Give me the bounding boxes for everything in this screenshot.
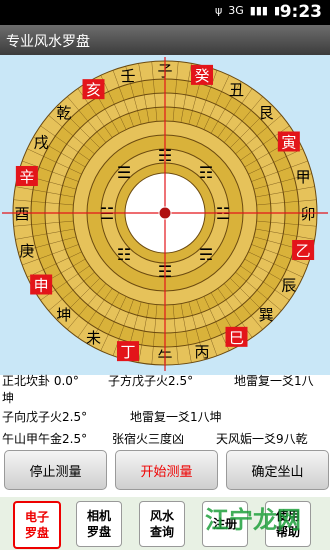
mountain-label: 亥 <box>86 81 101 99</box>
trigram-symbol: ☴ <box>199 245 213 264</box>
mountain-label: 戌 <box>34 134 49 152</box>
tab-fengshui-query[interactable]: 风水 查询 <box>139 501 185 547</box>
mountain-label: 卯 <box>300 205 315 223</box>
mountain-label: 坤 <box>56 306 71 324</box>
reading-facing-hexagram: 地雷复一爻1八坤 <box>130 410 222 424</box>
mountain-label: 乾 <box>56 104 71 122</box>
stop-measure-button[interactable]: 停止测量 <box>4 450 107 490</box>
mountain-label: 乙 <box>296 242 311 260</box>
compass-dial[interactable]: 子癸丑艮寅甲卯乙辰巽巳丙午丁未坤申庚酉辛戌乾亥壬☵☶☳☴☲☷☱☰ <box>0 55 330 375</box>
start-measure-button[interactable]: 开始测量 <box>115 450 218 490</box>
mountain-label: 巽 <box>259 306 274 324</box>
mountain-label: 寅 <box>281 134 296 152</box>
usb-icon: ψ <box>215 4 223 17</box>
watermark: 江宁龙网 <box>205 506 301 534</box>
status-icons: ψ 3G ▮▮▮ ▮ <box>215 4 280 17</box>
clock: 9:23 <box>279 2 322 22</box>
mountain-label: 酉 <box>14 205 29 223</box>
mountain-label: 辛 <box>19 168 34 186</box>
trigram-symbol: ☷ <box>117 245 131 264</box>
mountain-label: 庚 <box>19 242 34 260</box>
network-label: 3G <box>228 4 244 17</box>
mountain-label: 辰 <box>281 277 296 295</box>
mountain-label: 丑 <box>229 81 244 99</box>
trigram-symbol: ☶ <box>199 163 213 182</box>
reading-sitting-hexagram: 天风姤一爻9八乾 <box>216 432 308 446</box>
reading-lunar-mansion: 张宿火三度凶 <box>112 432 185 446</box>
mountain-label: 艮 <box>259 104 274 122</box>
trigram-symbol: ☰ <box>117 163 131 182</box>
tab-camera-compass[interactable]: 相机 罗盘 <box>76 501 122 547</box>
status-bar: ψ 3G ▮▮▮ ▮ 9:23 <box>0 0 330 25</box>
reading-sitting: 午山甲午金2.5° <box>2 432 88 446</box>
mountain-label: 未 <box>86 329 101 347</box>
reading-facing: 子向戊子火2.5° <box>2 410 88 424</box>
signal-icon: ▮▮▮ <box>249 4 268 17</box>
confirm-mountain-button[interactable]: 确定坐山 <box>226 450 329 490</box>
mountain-label: 甲 <box>296 168 311 186</box>
mountain-label: 丁 <box>120 343 135 361</box>
mountain-label: 巳 <box>229 329 244 347</box>
reading-hexagram: 地雷复一爻1八 <box>234 374 314 388</box>
center-pin <box>158 206 172 220</box>
mountain-label: 癸 <box>195 67 210 85</box>
action-buttons: 停止测量 开始测量 确定坐山 <box>0 450 330 492</box>
mountain-label: 壬 <box>120 67 135 85</box>
app-title-bar: 专业风水罗盘 <box>0 25 330 55</box>
reading-mountain: 子方戊子火2.5° <box>108 374 194 388</box>
mountain-label: 丙 <box>195 343 210 361</box>
mountain-label: 申 <box>34 277 49 295</box>
reading-hexagram-wrap: 坤 <box>2 391 15 405</box>
compass-view: 子癸丑艮寅甲卯乙辰巽巳丙午丁未坤申庚酉辛戌乾亥壬 ☵ ☶ ☳ ☴ ☲ ☷ ☱ ☰ <box>0 55 330 375</box>
reading-direction: 正北坎卦 0.0° <box>2 374 79 388</box>
app-title: 专业风水罗盘 <box>6 34 90 50</box>
tab-electronic-compass[interactable]: 电子 罗盘 <box>13 501 61 549</box>
